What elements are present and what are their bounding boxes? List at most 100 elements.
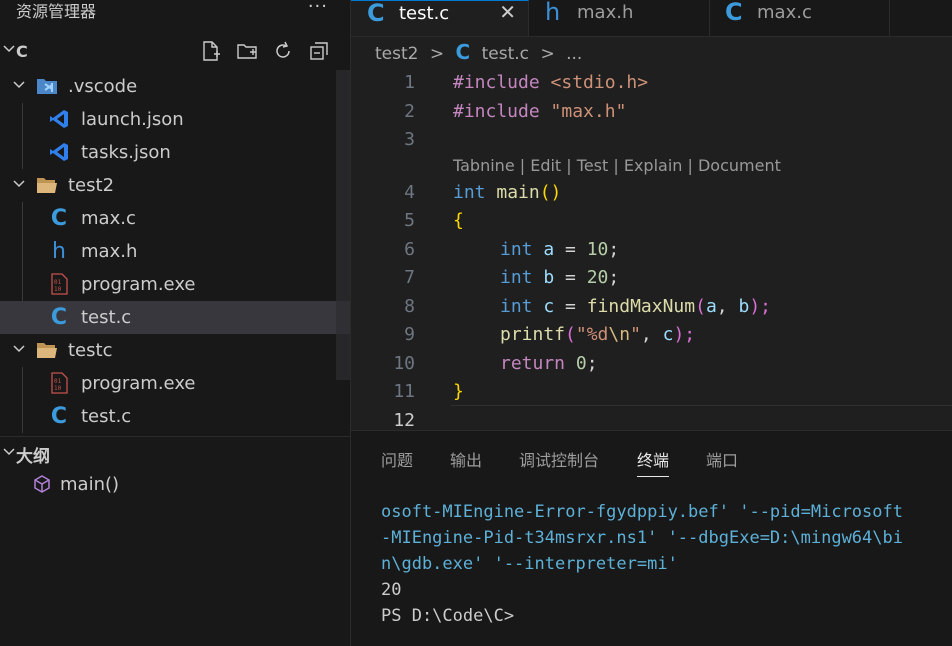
explorer-title: 资源管理器 — [16, 2, 97, 21]
bottom-panel: 问题 输出 调试控制台 终端 端口 osoft-MIEngine-Error-f… — [351, 430, 952, 646]
panel-tab-problems[interactable]: 问题 — [381, 447, 413, 471]
sidebar-scrollbar[interactable] — [336, 70, 350, 380]
breadcrumb-folder[interactable]: test2 — [375, 44, 418, 64]
tree-folder-testc[interactable]: testc — [0, 334, 350, 367]
tree-file-max-c[interactable]: C max.c — [0, 202, 350, 235]
code-line: int b = 20; — [500, 267, 619, 288]
code-token: printf — [500, 324, 566, 345]
panel-tab-ports[interactable]: 端口 — [706, 447, 738, 471]
tree-item-label: test2 — [68, 175, 115, 196]
tree-file-launch-json[interactable]: launch.json — [0, 103, 350, 136]
outline-section-header[interactable]: 大纲 — [0, 436, 350, 469]
method-cube-icon — [32, 474, 52, 498]
code-token: b — [543, 267, 555, 288]
tree-item-label: program.exe — [81, 373, 196, 394]
code-token: 20 — [586, 267, 609, 288]
code-token: ); — [749, 296, 771, 317]
line-number: 9 — [404, 324, 415, 345]
code-line: } — [453, 381, 464, 402]
line-number: 12 — [393, 410, 415, 431]
code-token: int — [453, 182, 486, 203]
code-token: ; — [608, 267, 620, 288]
code-token: = — [554, 267, 587, 288]
line-number: 5 — [404, 210, 415, 231]
code-token: b — [738, 296, 750, 317]
workspace-name: C — [16, 42, 28, 61]
tab-label: max.c — [757, 2, 812, 23]
editor-area: C test.c ✕ h max.h C max.c test2 > C tes… — [351, 0, 952, 431]
breadcrumb-separator: > — [429, 44, 445, 64]
code-token: " — [630, 324, 641, 345]
code-token: ; — [586, 353, 598, 374]
more-actions-icon[interactable]: ··· — [308, 0, 328, 17]
code-line: #include "max.h" — [453, 101, 626, 122]
code-line: int c = findMaxNum(a, b); — [500, 296, 771, 317]
tree-folder-test2[interactable]: test2 — [0, 169, 350, 202]
tree-file-tasks-json[interactable]: tasks.json — [0, 136, 350, 169]
code-line: printf("%d\n", c); — [500, 324, 695, 345]
terminal-line: n\gdb.exe' '--interpreter=mi' — [381, 554, 678, 574]
line-number: 8 — [404, 296, 415, 317]
svg-text:01: 01 — [54, 279, 62, 286]
workspace-section-header[interactable]: C — [0, 38, 350, 68]
breadcrumb-symbol[interactable]: ... — [566, 44, 582, 64]
chevron-down-icon — [3, 448, 15, 456]
tab-label: test.c — [399, 3, 450, 24]
code-token: int — [500, 267, 533, 288]
tree-folder-vscode[interactable]: .vscode — [0, 70, 350, 103]
tree-file-program-exe[interactable]: 01 10 program.exe — [0, 268, 350, 301]
code-line: #include <stdio.h> — [453, 72, 648, 93]
tree-file-max-h[interactable]: h max.h — [0, 235, 350, 268]
code-token: main — [496, 182, 540, 203]
panel-tab-debug-console[interactable]: 调试控制台 — [519, 447, 599, 471]
tree-file-test-c-selected[interactable]: C test.c — [0, 301, 350, 334]
code-token: = — [554, 239, 587, 260]
code-token: \n — [608, 324, 631, 345]
refresh-icon[interactable] — [272, 40, 294, 62]
line-number: 7 — [404, 267, 415, 288]
chevron-down-icon — [3, 45, 15, 53]
binary-file-icon: 01 10 — [48, 273, 70, 295]
code-token: "max.h" — [550, 101, 627, 122]
vscode-folder-icon — [36, 75, 58, 97]
code-token: 10 — [586, 239, 609, 260]
explorer-actions — [200, 40, 330, 62]
tab-max-h[interactable]: h max.h — [529, 0, 710, 36]
collapse-all-icon[interactable] — [308, 40, 330, 62]
new-folder-icon[interactable] — [236, 40, 258, 62]
tree-item-label: program.exe — [81, 274, 196, 295]
line-number: 1 — [404, 72, 415, 93]
tabnine-codelens[interactable]: Tabnine | Edit | Test | Explain | Docume… — [453, 156, 781, 175]
outline-item-main[interactable]: main() — [0, 469, 350, 501]
tree-item-label: launch.json — [81, 109, 184, 130]
new-file-icon[interactable] — [200, 40, 222, 62]
chevron-down-icon — [13, 81, 25, 89]
tab-max-c[interactable]: C max.c — [709, 0, 890, 36]
code-token: #include — [453, 72, 540, 93]
panel-tab-terminal[interactable]: 终端 — [637, 447, 670, 477]
close-icon[interactable]: ✕ — [499, 0, 516, 24]
code-token: findMaxNum — [586, 296, 696, 317]
code-token: ( — [695, 296, 706, 317]
tree-file-test-c[interactable]: C test.c — [0, 400, 350, 433]
current-line-highlight — [451, 405, 952, 431]
chevron-down-icon — [13, 180, 25, 188]
code-token: } — [453, 381, 464, 402]
tab-test-c[interactable]: C test.c ✕ — [351, 0, 529, 36]
code-token: a — [705, 296, 717, 317]
tree-file-program-exe[interactable]: 01 10 program.exe — [0, 367, 350, 400]
line-number: 3 — [404, 129, 415, 150]
breadcrumb-file[interactable]: test.c — [482, 44, 529, 64]
code-line: int a = 10; — [500, 239, 619, 260]
panel-tab-output[interactable]: 输出 — [450, 447, 482, 471]
h-file-icon: h — [52, 238, 66, 264]
vscode-file-icon — [48, 108, 70, 130]
code-token: a — [543, 239, 555, 260]
c-file-icon: C — [455, 40, 471, 64]
code-token: int — [500, 239, 533, 260]
outline-title: 大纲 — [16, 447, 50, 467]
code-token: c — [543, 296, 555, 317]
